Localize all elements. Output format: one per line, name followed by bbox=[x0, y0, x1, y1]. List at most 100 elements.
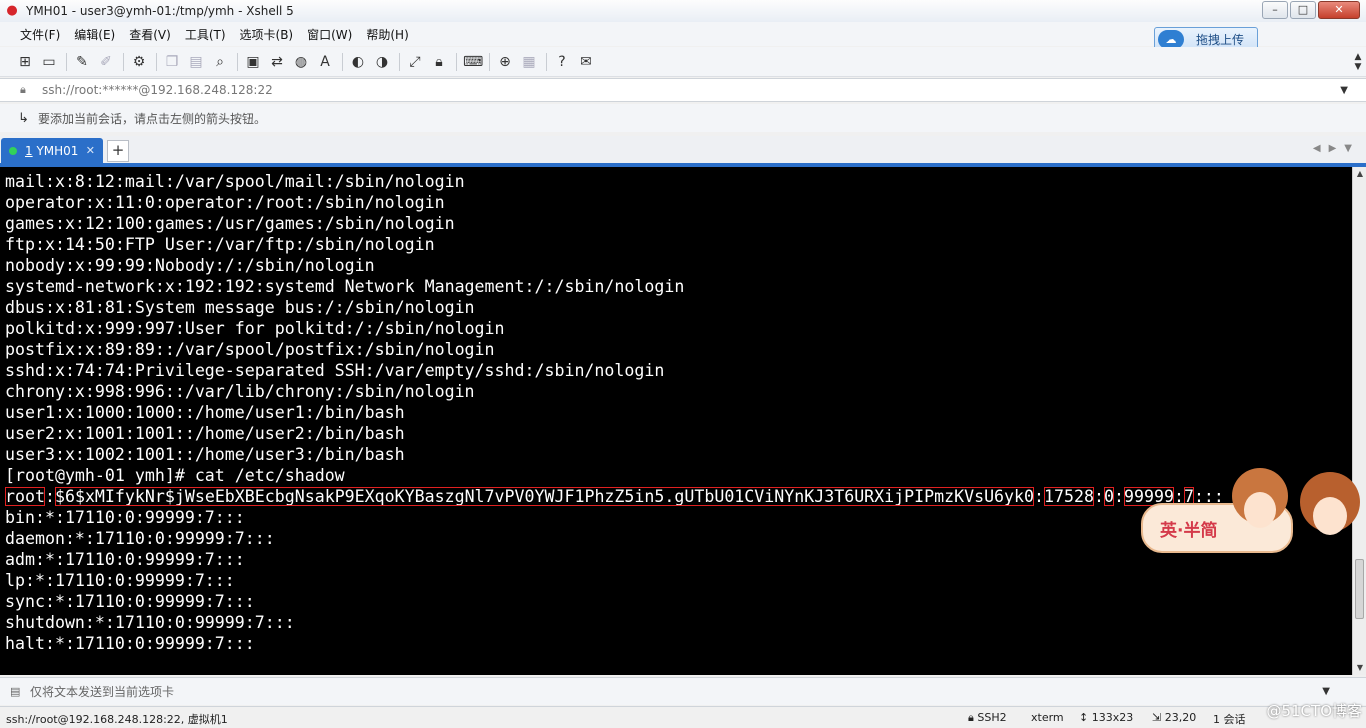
toolbar-separator bbox=[546, 52, 547, 71]
terminal-line: nobody:x:99:99:Nobody:/:/sbin/nologin bbox=[5, 256, 375, 275]
xftp-icon[interactable]: ◐ bbox=[349, 53, 367, 71]
compose-bar[interactable]: ▤ 仅将文本发送到当前选项卡 ▼ bbox=[0, 677, 1366, 705]
toolbar-separator bbox=[123, 52, 124, 71]
add-session-arrow-icon[interactable]: ↳ bbox=[18, 111, 34, 126]
toolbar-scroll-icon[interactable]: ▲ ▼ bbox=[1352, 52, 1364, 72]
terminal-line: user1:x:1000:1000::/home/user1:/bin/bash bbox=[5, 403, 405, 422]
terminal-line: halt:*:17110:0:99999:7::: bbox=[5, 634, 255, 653]
disconnect-icon[interactable]: ✐ bbox=[97, 53, 115, 71]
terminal-line: mail:x:8:12:mail:/var/spool/mail:/sbin/n… bbox=[5, 172, 465, 191]
menu-help[interactable]: 帮助(H) bbox=[366, 26, 408, 43]
session-hint-text: 要添加当前会话，请点击左侧的箭头按钮。 bbox=[38, 111, 267, 126]
terminal[interactable]: mail:x:8:12:mail:/var/spool/mail:/sbin/n… bbox=[0, 167, 1352, 675]
close-icon[interactable]: ✕ bbox=[86, 144, 95, 157]
help-icon[interactable]: ? bbox=[553, 53, 571, 71]
lock-icon[interactable]: 🔒︎ bbox=[430, 53, 448, 71]
session-hint-bar: ↳ 要添加当前会话，请点击左侧的箭头按钮。 bbox=[0, 104, 1366, 132]
tab-ymh01[interactable]: 1 YMH01 ✕ bbox=[1, 138, 103, 164]
shadow-hash: $6$xMIfykNr$jWseEbXBEcbgNsakP9EXqoKYBasz… bbox=[54, 487, 1035, 506]
toolbar-separator bbox=[156, 52, 157, 71]
paste-icon[interactable]: ▤ bbox=[187, 53, 205, 71]
xshell-logo-icon: ● bbox=[6, 3, 18, 18]
terminal-line: chrony:x:998:996::/var/lib/chrony:/sbin/… bbox=[5, 382, 475, 401]
terminal-line: ftp:x:14:50:FTP User:/var/ftp:/sbin/nolo… bbox=[5, 235, 435, 254]
status-size: ↕ 133x23 bbox=[1079, 711, 1134, 724]
terminal-line: systemd-network:x:192:192:systemd Networ… bbox=[5, 277, 685, 296]
add-icon[interactable]: ⊕ bbox=[496, 53, 514, 71]
connection-status-dot bbox=[9, 147, 17, 155]
maximize-icon[interactable]: □ bbox=[1290, 1, 1316, 19]
status-connection: ssh://root@192.168.248.128:22, 虚拟机1 bbox=[6, 713, 228, 726]
menu-view[interactable]: 查看(V) bbox=[129, 26, 171, 43]
status-protocol: 🔒︎ SSH2 bbox=[968, 711, 1007, 724]
chat-icon[interactable]: ✉ bbox=[577, 53, 595, 71]
terminal-line: games:x:12:100:games:/usr/games:/sbin/no… bbox=[5, 214, 455, 233]
terminal-scrollbar[interactable]: ▲ ▼ bbox=[1352, 167, 1366, 675]
drag-upload-label: 拖拽上传 bbox=[1196, 33, 1245, 47]
properties-icon[interactable]: ⚙ bbox=[130, 53, 148, 71]
connect-icon[interactable]: ✎ bbox=[73, 53, 91, 71]
tab-label: 1 YMH01 bbox=[25, 144, 79, 158]
toolbar-separator bbox=[456, 52, 457, 71]
tab-nav-arrows[interactable]: ◀▶▼ bbox=[1313, 143, 1360, 154]
terminal-line: user2:x:1001:1001::/home/user2:/bin/bash bbox=[5, 424, 405, 443]
watermark: @51CTO博客 bbox=[1266, 702, 1362, 720]
mascot-badge-icon: 英·半简 bbox=[1141, 468, 1360, 553]
toolbar-separator bbox=[342, 52, 343, 71]
status-sessions: 1 会话 bbox=[1213, 713, 1246, 726]
terminal-line: postfix:x:89:89::/var/spool/postfix:/sbi… bbox=[5, 340, 495, 359]
transfer-icon[interactable]: ⇄ bbox=[268, 53, 286, 71]
close-icon[interactable]: ✕ bbox=[1318, 1, 1360, 19]
shadow-last-change: 17528 bbox=[1044, 487, 1094, 506]
minimize-icon[interactable]: – bbox=[1262, 1, 1288, 19]
menu-tools[interactable]: 工具(T) bbox=[185, 26, 226, 43]
new-tab-button[interactable]: + bbox=[107, 140, 129, 162]
menu-tabs[interactable]: 选项卡(B) bbox=[240, 26, 294, 43]
toolbar: ⊞ ▭ ✎ ✐ ⚙ ❐ ▤ ⌕ ▣ ⇄ ◍ A ◐ ◑ ⤢ 🔒︎ ⌨ ⊕ ▦ ?… bbox=[0, 47, 1366, 77]
toolbar-separator bbox=[399, 52, 400, 71]
scrollbar-thumb[interactable] bbox=[1355, 559, 1364, 619]
shadow-min: 0 bbox=[1103, 487, 1114, 506]
copy-icon[interactable]: ❐ bbox=[163, 53, 181, 71]
find-icon[interactable]: ⌕ bbox=[211, 53, 229, 71]
terminal-line: polkitd:x:999:997:User for polkitd:/:/sb… bbox=[5, 319, 505, 338]
toolbar-separator bbox=[237, 52, 238, 71]
compose-icon[interactable]: ▤ bbox=[10, 685, 24, 698]
keyboard-icon[interactable]: ⌨ bbox=[463, 53, 483, 71]
lock-icon: 🔒︎ bbox=[20, 83, 26, 96]
menu-window[interactable]: 窗口(W) bbox=[307, 26, 352, 43]
tab-bar: 1 YMH01 ✕ + ◀▶▼ bbox=[0, 136, 1366, 164]
xmanager-icon[interactable]: ◑ bbox=[373, 53, 391, 71]
print-icon[interactable]: ▣ bbox=[244, 53, 262, 71]
compose-placeholder: 仅将文本发送到当前选项卡 bbox=[30, 685, 175, 699]
window-title: YMH01 - user3@ymh-01:/tmp/ymh - Xshell 5 bbox=[26, 4, 294, 18]
chevron-down-icon[interactable]: ▼ bbox=[1340, 85, 1348, 96]
globe-icon[interactable]: ◍ bbox=[292, 53, 310, 71]
terminal-line: shutdown:*:17110:0:99999:7::: bbox=[5, 613, 295, 632]
terminal-line: lp:*:17110:0:99999:7::: bbox=[5, 571, 235, 590]
font-icon[interactable]: A bbox=[316, 53, 334, 71]
toolbar-separator bbox=[489, 52, 490, 71]
status-cursor: ⇲ 23,20 bbox=[1152, 711, 1197, 724]
terminal-output-passwd: mail:x:8:12:mail:/var/spool/mail:/sbin/n… bbox=[5, 171, 1352, 486]
new-session-icon[interactable]: ⊞ bbox=[16, 53, 34, 71]
menu-edit[interactable]: 编辑(E) bbox=[74, 26, 115, 43]
shadow-user: root bbox=[5, 487, 45, 506]
address-text: ssh://root:******@192.168.248.128:22 bbox=[42, 83, 273, 97]
menu-file[interactable]: 文件(F) bbox=[20, 26, 60, 43]
terminal-line: dbus:x:81:81:System message bus:/:/sbin/… bbox=[5, 298, 475, 317]
fullscreen-icon[interactable]: ⤢ bbox=[406, 53, 424, 71]
address-bar[interactable]: 🔒︎ ssh://root:******@192.168.248.128:22 … bbox=[0, 78, 1366, 102]
terminal-line: sync:*:17110:0:99999:7::: bbox=[5, 592, 255, 611]
status-bar: ssh://root@192.168.248.128:22, 虚拟机1 🔒︎ S… bbox=[0, 706, 1366, 728]
toolbar-separator bbox=[66, 52, 67, 71]
title-bar: ● YMH01 - user3@ymh-01:/tmp/ymh - Xshell… bbox=[0, 0, 1366, 22]
scroll-up-icon[interactable]: ▲ bbox=[1353, 167, 1366, 181]
open-folder-icon[interactable]: ▭ bbox=[40, 53, 58, 71]
layout-icon[interactable]: ▦ bbox=[520, 53, 538, 71]
status-terminal-type: xterm bbox=[1031, 711, 1064, 724]
chevron-down-icon[interactable]: ▼ bbox=[1322, 686, 1330, 697]
terminal-line: operator:x:11:0:operator:/root:/sbin/nol… bbox=[5, 193, 445, 212]
scroll-down-icon[interactable]: ▼ bbox=[1353, 661, 1366, 675]
window-controls: – □ ✕ bbox=[1262, 1, 1360, 19]
